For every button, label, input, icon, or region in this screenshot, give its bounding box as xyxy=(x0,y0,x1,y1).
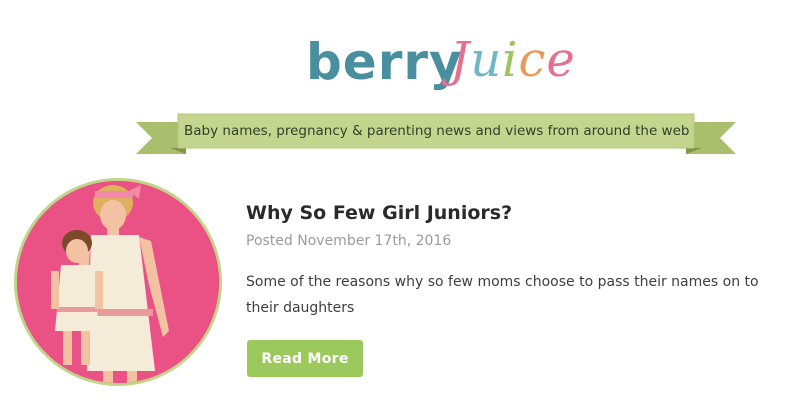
logo-letter: i xyxy=(502,32,519,88)
post-title-link[interactable]: Why So Few Girl Juniors? xyxy=(246,202,512,224)
post-excerpt: Some of the reasons why so few moms choo… xyxy=(246,274,759,316)
post-thumbnail[interactable] xyxy=(14,178,222,386)
logo-letter: e xyxy=(546,32,576,88)
logo-word-juice: Juice xyxy=(450,30,576,90)
logo-letter: J xyxy=(450,32,471,88)
read-more-button[interactable]: Read More xyxy=(247,340,363,377)
logo-letter: c xyxy=(518,32,547,88)
logo-letter: u xyxy=(470,32,503,88)
logo-word-berry: berry xyxy=(306,33,463,91)
tagline-text: Baby names, pregnancy & parenting news a… xyxy=(184,123,690,139)
post-date: Posted November 17th, 2016 xyxy=(246,233,452,249)
site-logo[interactable]: berry Juice xyxy=(300,22,575,102)
tagline-banner: Baby names, pregnancy & parenting news a… xyxy=(136,110,736,160)
photo-mother-daughter-icon xyxy=(17,181,219,383)
